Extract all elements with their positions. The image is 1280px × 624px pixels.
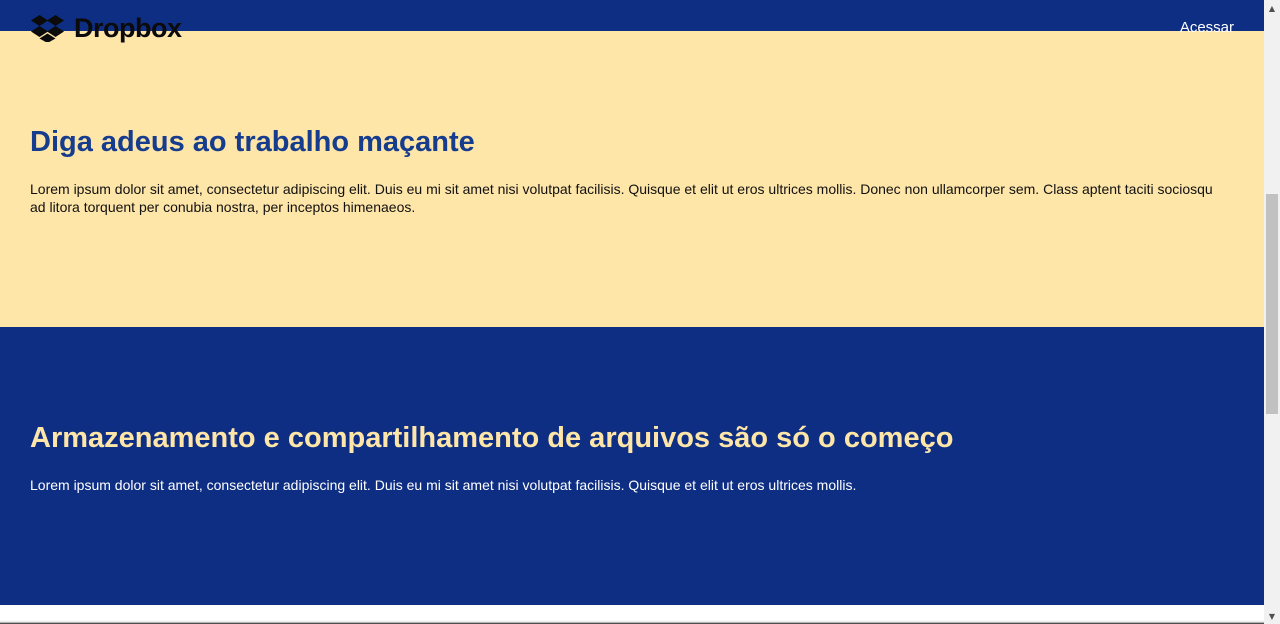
chevron-down-icon[interactable]: ▼	[1264, 608, 1280, 624]
brand-name: Dropbox	[74, 13, 182, 43]
top-navbar	[0, 0, 1264, 31]
hero-description: Lorem ipsum dolor sit amet, consectetur …	[30, 181, 1213, 215]
hero-section: Diga adeus ao trabalho maçante Lorem ips…	[0, 0, 1264, 327]
dropbox-logo-icon	[31, 15, 64, 42]
page-viewport: Diga adeus ao trabalho maçante Lorem ips…	[0, 0, 1264, 624]
storage-section	[0, 327, 1264, 605]
brand-logo-link[interactable]: Dropbox	[31, 15, 182, 42]
vertical-scrollbar[interactable]: ▲ ▼	[1264, 0, 1280, 624]
scrollbar-thumb[interactable]	[1266, 194, 1278, 414]
storage-description: Lorem ipsum dolor sit amet, consectetur …	[30, 477, 857, 493]
chevron-up-icon[interactable]: ▲	[1264, 0, 1280, 16]
window-bottom-edge	[0, 620, 1264, 624]
storage-title: Armazenamento e compartilhamento de arqu…	[30, 422, 954, 454]
login-link[interactable]: Acessar	[1180, 20, 1234, 36]
hero-title: Diga adeus ao trabalho maçante	[30, 126, 475, 158]
